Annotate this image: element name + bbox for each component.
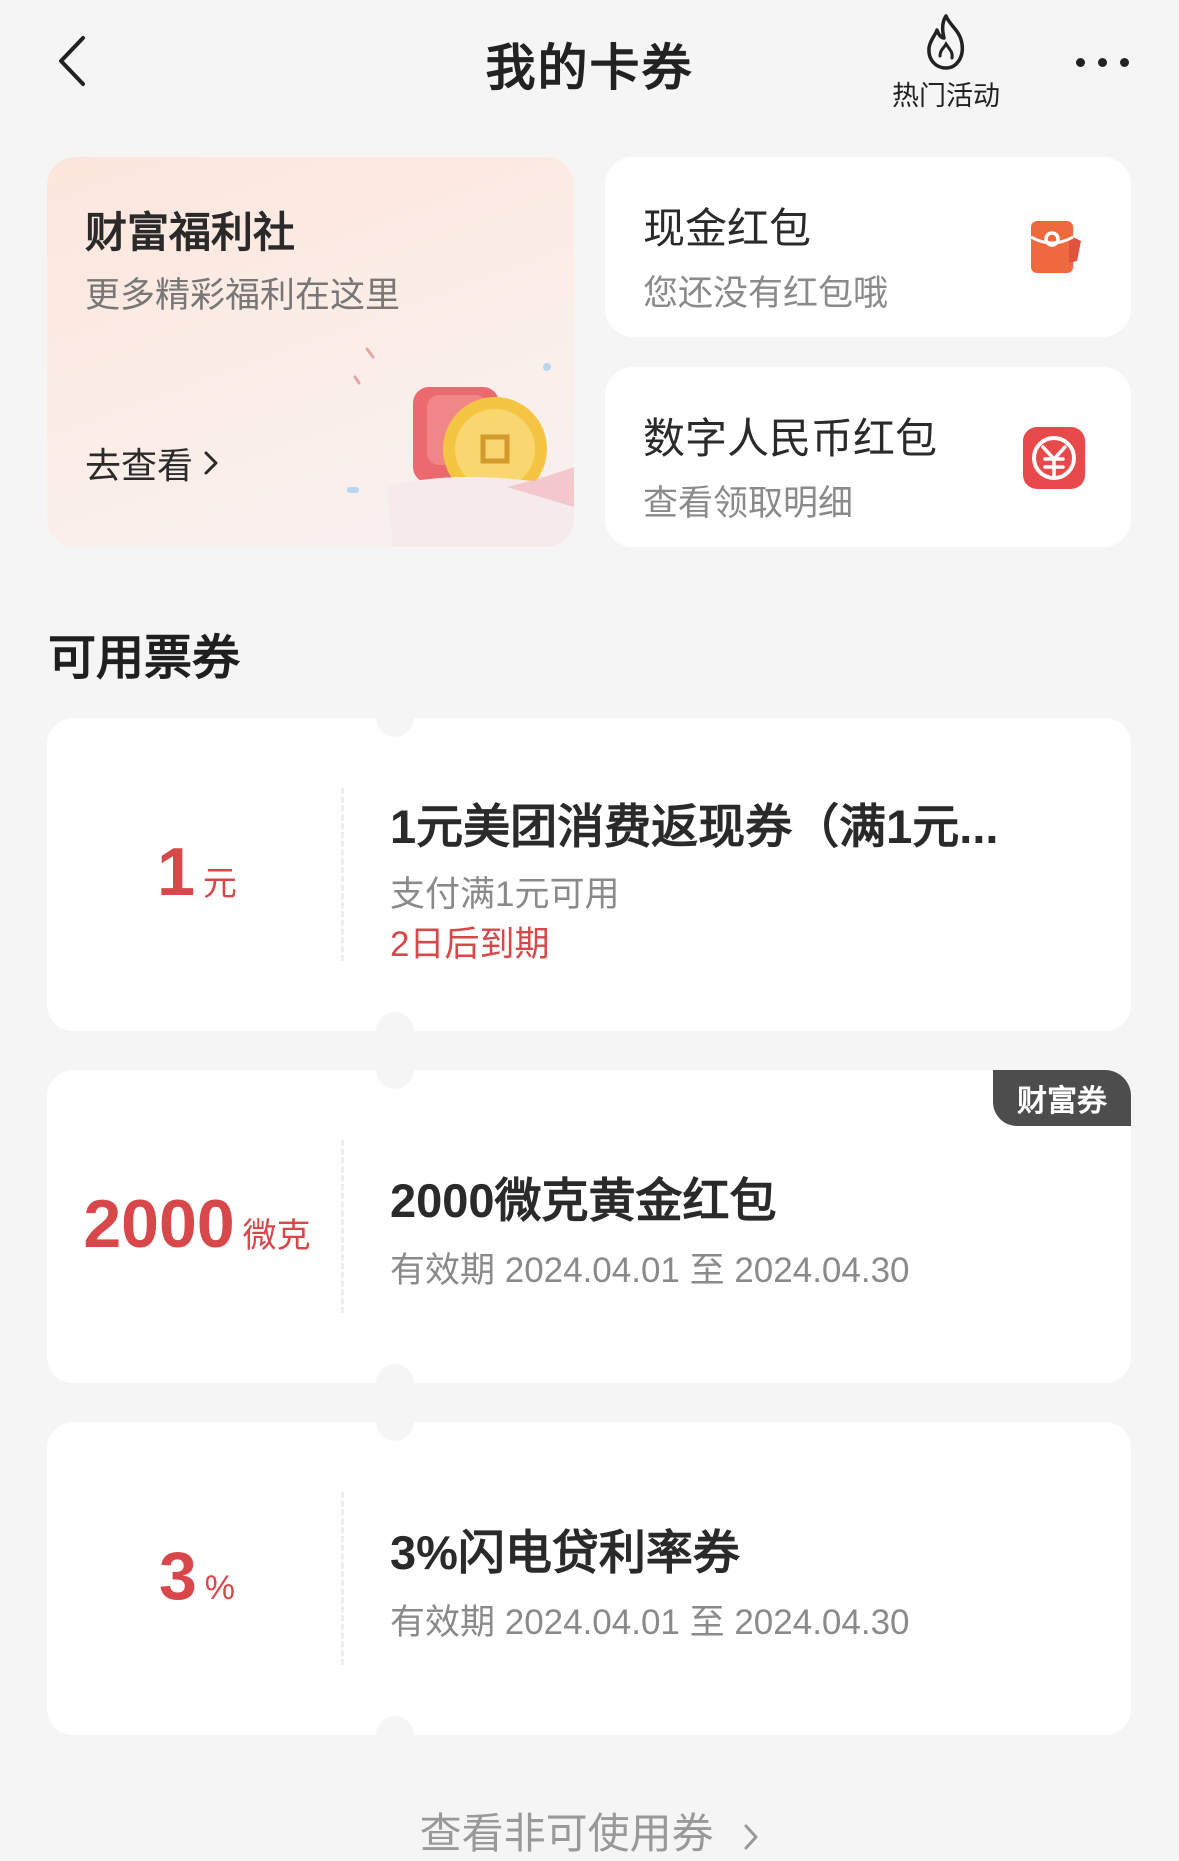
more-options-button[interactable] (1052, 34, 1152, 90)
flame-icon (927, 14, 965, 70)
hot-activities-label: 热门活动 (892, 81, 1000, 111)
coupon-validity: 有效期 2024.04.01 至 2024.04.30 (390, 1603, 910, 1642)
ticket-notch (376, 1422, 414, 1441)
coupon-title: 3%闪电贷利率券 (390, 1526, 740, 1579)
promo-subtitle: 更多精彩福利在这里 (85, 276, 401, 315)
coupon-value: 2000 微克 (47, 1070, 347, 1383)
gift-box-illustration (347, 347, 574, 547)
wealth-welfare-card[interactable]: 财富福利社 更多精彩福利在这里 去查看 (47, 157, 574, 547)
view-unusable-coupons-label: 查看非可使用券 (419, 1810, 714, 1857)
coupon-expiry: 2日后到期 (390, 925, 550, 964)
ticket-notch (376, 1364, 414, 1383)
cash-red-envelope-title: 现金红包 (643, 205, 812, 252)
coupon-condition: 支付满1元可用 (390, 875, 620, 914)
coupon-title: 1元美团消费返现券（满1元... (390, 800, 999, 853)
coupon-card[interactable]: 3 % 3%闪电贷利率券 有效期 2024.04.01 至 2024.04.30 (47, 1422, 1131, 1735)
coupon-value: 1 元 (47, 718, 347, 1031)
view-unusable-coupons-link[interactable]: 查看非可使用券 (0, 1800, 1179, 1861)
coupon-unit: % (204, 1569, 236, 1607)
chevron-right-icon (204, 451, 218, 475)
more-dot (1075, 57, 1085, 67)
coupon-validity: 有效期 2024.04.01 至 2024.04.30 (390, 1251, 910, 1290)
hot-activities-button[interactable]: 热门活动 (878, 12, 1014, 116)
cash-red-envelope-card[interactable]: 现金红包 您还没有红包哦 (605, 157, 1131, 337)
promo-title: 财富福利社 (85, 209, 296, 256)
ticket-notch (376, 1012, 414, 1031)
coupon-amount: 3 (158, 1538, 197, 1614)
coupon-card[interactable]: 1 元 1元美团消费返现券（满1元... 支付满1元可用 2日后到期 (47, 718, 1131, 1031)
ticket-notch (376, 718, 414, 737)
coupon-card[interactable]: 2000 微克 财富券 2000微克黄金红包 有效期 2024.04.01 至 … (47, 1070, 1131, 1383)
digital-rmb-icon (1023, 427, 1085, 489)
coupon-amount: 2000 (83, 1186, 235, 1262)
coupon-amount: 1 (157, 834, 195, 910)
digital-rmb-subtitle: 查看领取明细 (643, 484, 854, 523)
promo-view-label: 去查看 (85, 445, 194, 486)
wealth-coupon-badge: 财富券 (993, 1070, 1131, 1126)
cash-red-envelope-subtitle: 您还没有红包哦 (643, 274, 889, 313)
top-nav-bar: 我的卡券 热门活动 (0, 0, 1179, 130)
ticket-notch (376, 1070, 414, 1089)
ticket-notch (376, 1716, 414, 1735)
promo-view-link[interactable]: 去查看 (85, 437, 219, 489)
coupon-value: 3 % (47, 1422, 347, 1735)
more-dot (1097, 57, 1107, 67)
red-envelope-icon (1030, 221, 1081, 273)
coupon-title: 2000微克黄金红包 (390, 1174, 777, 1227)
coupon-unit: 微克 (242, 1217, 311, 1255)
chevron-right-icon (744, 1824, 758, 1850)
digital-rmb-title: 数字人民币红包 (643, 415, 938, 462)
digital-rmb-red-envelope-card[interactable]: 数字人民币红包 查看领取明细 (605, 367, 1131, 547)
coupon-unit: 元 (202, 865, 237, 903)
more-dot (1119, 57, 1129, 67)
available-coupons-heading: 可用票券 (48, 632, 241, 685)
